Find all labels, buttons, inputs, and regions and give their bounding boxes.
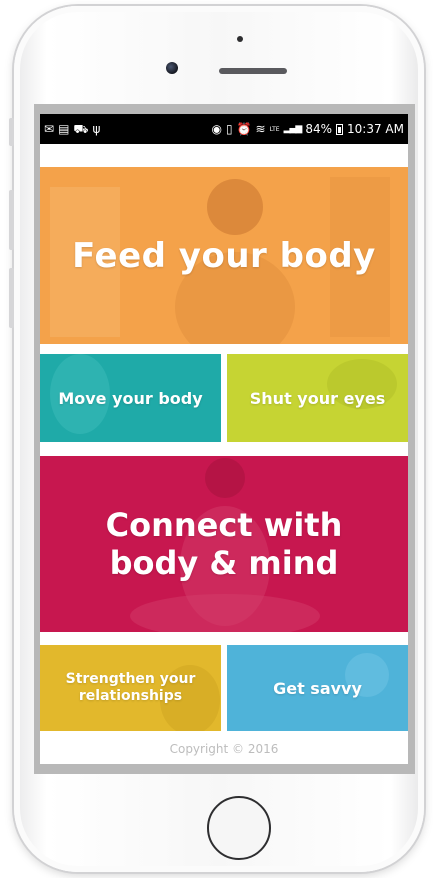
- earpiece-speaker: [219, 68, 287, 74]
- wifi-icon: ≋: [255, 122, 266, 136]
- clock: 10:37 AM: [347, 122, 404, 136]
- tile-strengthen-line1: Strengthen your: [65, 671, 196, 687]
- tile-move-your-body[interactable]: Move your body: [40, 354, 221, 442]
- alarm-icon: ⏰: [236, 122, 252, 136]
- battery-icon: [336, 123, 344, 135]
- tile-connect-line1: Connect with: [105, 506, 343, 544]
- status-bar: ✉ ▤ ⛟ ψ ◉ ▯ ⏰ ≋ LTE ▂▄▆ 84% 10:37 AM: [40, 114, 408, 144]
- tile-connect-label: Connect with body & mind: [106, 506, 343, 582]
- tile-connect-line2: body & mind: [109, 544, 339, 582]
- tile-shut-label: Shut your eyes: [249, 388, 386, 408]
- usb-icon: ψ: [92, 122, 101, 136]
- home-button[interactable]: [207, 796, 271, 860]
- card-icon: ▤: [58, 122, 70, 136]
- proximity-sensor: [237, 36, 243, 42]
- car-icon: ⛟: [73, 122, 89, 136]
- battery-percent: 84%: [305, 122, 333, 136]
- tile-feed-your-body[interactable]: Feed your body: [40, 167, 408, 344]
- front-camera: [166, 62, 178, 74]
- mute-switch: [9, 118, 14, 146]
- tile-move-label: Move your body: [58, 388, 203, 408]
- app-screen: ✉ ▤ ⛟ ψ ◉ ▯ ⏰ ≋ LTE ▂▄▆ 84% 10:37 AM Fee…: [40, 114, 408, 764]
- tile-get-savvy[interactable]: Get savvy: [227, 645, 408, 731]
- tile-strengthen-relationships[interactable]: Strengthen your relationships: [40, 645, 221, 731]
- nfc-icon: ◉: [211, 122, 222, 136]
- vibrate-icon: ▯: [225, 122, 233, 136]
- tile-savvy-label: Get savvy: [273, 678, 362, 698]
- tile-shut-your-eyes[interactable]: Shut your eyes: [227, 354, 408, 442]
- tile-connect-body-mind[interactable]: Connect with body & mind: [40, 456, 408, 632]
- tile-strengthen-label: Strengthen your relationships: [66, 671, 196, 705]
- signal-icon: ▂▄▆: [283, 123, 303, 134]
- network-type: LTE: [269, 125, 280, 133]
- gmail-icon: ✉: [44, 122, 55, 136]
- tile-strengthen-line2: relationships: [78, 688, 183, 704]
- volume-down-button: [9, 268, 14, 328]
- copyright-text: Copyright © 2016: [40, 734, 408, 764]
- tile-feed-label: Feed your body: [72, 235, 376, 276]
- volume-up-button: [9, 190, 14, 250]
